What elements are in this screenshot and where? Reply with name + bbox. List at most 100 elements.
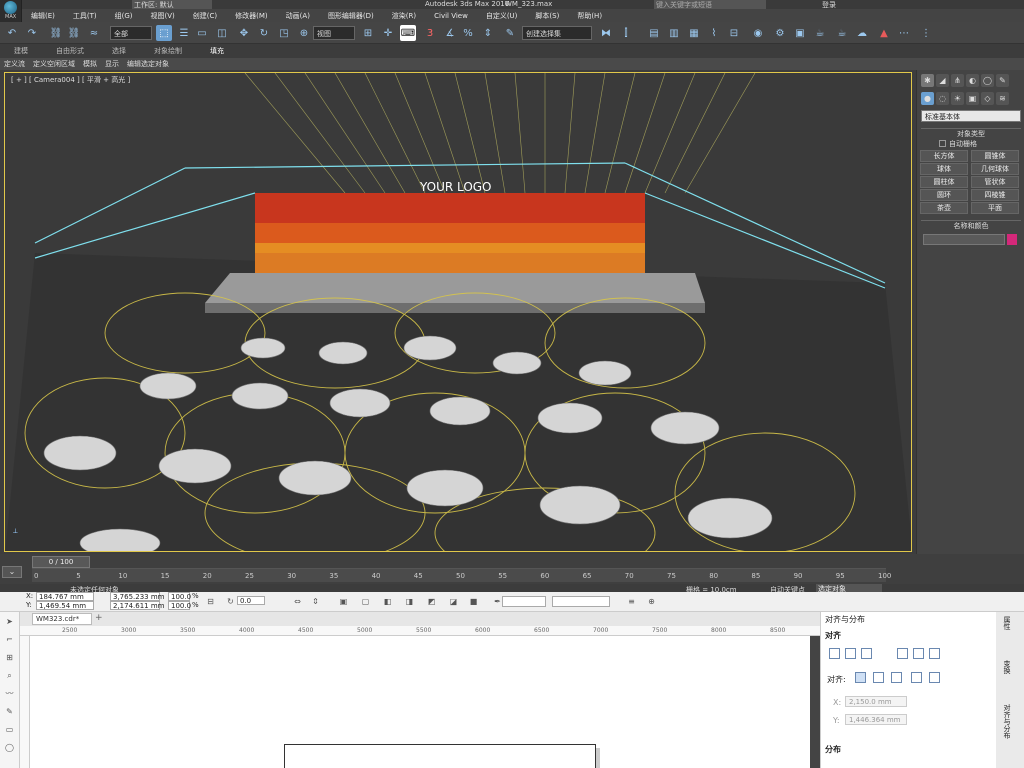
align-icon[interactable]: ⫿ (618, 25, 634, 41)
curve-editor-icon[interactable]: ⌇ (706, 25, 722, 41)
align-right-icon[interactable] (861, 648, 872, 659)
wrap-text-icon[interactable]: ≡ (626, 596, 637, 607)
weld-icon[interactable]: ◧ (382, 596, 393, 607)
ungroup-icon[interactable]: ▢ (360, 596, 371, 607)
scale-x-input[interactable]: 100.0 (168, 592, 191, 601)
object-type-button[interactable]: 四棱锥 (971, 189, 1019, 201)
docker-tab[interactable]: 属性 (1002, 616, 1012, 630)
move-icon[interactable]: ✥ (236, 25, 252, 41)
mirror-icon[interactable]: ⧓ (598, 25, 614, 41)
menu-item[interactable]: 渲染(R) (383, 11, 425, 21)
menu-item[interactable]: Civil View (425, 12, 477, 20)
pivot-icon[interactable]: ⊞ (360, 25, 376, 41)
menu-item[interactable]: 修改器(M) (226, 11, 277, 21)
bind-spacewarp-icon[interactable]: ≈ (86, 25, 102, 41)
docker-tab[interactable]: 对齐与分布 (1002, 704, 1012, 739)
drawing-canvas[interactable] (30, 636, 810, 768)
layer-manager-icon[interactable]: ▤ (646, 25, 662, 41)
align-center-h-icon[interactable] (845, 648, 856, 659)
toggle-ribbon-icon[interactable]: ▥ (666, 25, 682, 41)
scene-explorer-icon[interactable]: ▦ (686, 25, 702, 41)
modify-tab-icon[interactable]: ◢ (936, 74, 949, 87)
menu-item[interactable]: 视图(V) (142, 11, 184, 21)
hierarchy-tab-icon[interactable]: ⋔ (951, 74, 964, 87)
align-top-icon[interactable] (897, 648, 908, 659)
ribbon-subtool[interactable]: 定义流 (0, 59, 29, 69)
height-input[interactable]: 2,174.611 mm (110, 601, 165, 610)
create-boundary-icon[interactable]: ■ (468, 596, 479, 607)
object-color-swatch[interactable] (1007, 234, 1017, 245)
shape-tool-icon[interactable]: ⌐ (4, 634, 15, 645)
object-type-button[interactable]: 圆柱体 (920, 176, 968, 188)
x-position-input[interactable]: 184.767 mm (36, 592, 94, 601)
ribbon-subtool[interactable]: 定义空闲区域 (29, 59, 79, 69)
document-tab[interactable]: WM323.cdr* (32, 613, 92, 625)
motion-tab-icon[interactable]: ◐ (966, 74, 979, 87)
pick-tool-icon[interactable]: ➤ (4, 616, 15, 627)
menu-item[interactable]: 组(G) (106, 11, 142, 21)
mirror-v-icon[interactable]: ⇕ (310, 596, 321, 607)
ellipse-tool-icon[interactable]: ◯ (4, 742, 15, 753)
object-type-button[interactable]: 茶壶 (920, 202, 968, 214)
time-slider[interactable]: 0 / 100 (32, 556, 90, 568)
scale-icon[interactable]: ◳ (276, 25, 292, 41)
schematic-view-icon[interactable]: ⊟ (726, 25, 742, 41)
rectangle-tool-icon[interactable]: ▭ (4, 724, 15, 735)
page-center-icon[interactable] (891, 672, 902, 683)
reference-coord-dropdown[interactable]: 视图 (313, 26, 355, 40)
shapes-icon[interactable]: ◌ (936, 92, 949, 105)
align-x-input[interactable]: 2,150.0 mm (845, 696, 907, 707)
object-type-button[interactable]: 圆锥体 (971, 150, 1019, 162)
place-icon[interactable]: ⊕ (296, 25, 312, 41)
ribbon-subtool[interactable]: 编辑选定对象 (123, 59, 173, 69)
render-online-icon[interactable]: ☁ (854, 25, 870, 41)
new-tab-icon[interactable]: + (95, 613, 103, 623)
ribbon-tab[interactable]: 填充 (196, 46, 238, 56)
menu-item[interactable]: 创建(C) (184, 11, 226, 21)
keyboard-shortcut-icon[interactable]: ⌨ (400, 25, 416, 41)
mirror-h-icon[interactable]: ⇔ (292, 596, 303, 607)
camera-viewport[interactable]: [ + ] [ Camera004 ] [ 平滑 + 高光 ] YOUR LOG… (4, 72, 912, 552)
lights-icon[interactable]: ☀ (951, 92, 964, 105)
display-tab-icon[interactable]: ◯ (981, 74, 994, 87)
object-name-input[interactable] (923, 234, 1005, 245)
helpers-icon[interactable]: ◇ (981, 92, 994, 105)
docker-tab[interactable]: 变换 (1002, 660, 1012, 674)
intersect-icon[interactable]: ◩ (426, 596, 437, 607)
rotate-icon[interactable]: ↻ (256, 25, 272, 41)
align-center-v-icon[interactable] (913, 648, 924, 659)
quick-customize-icon[interactable]: ⊕ (646, 596, 657, 607)
unlink-icon[interactable]: ⛓ (66, 25, 82, 41)
y-position-input[interactable]: 1,469.54 mm (36, 601, 94, 610)
lock-ratio-icon[interactable]: ⊟ (205, 596, 216, 607)
name-color-rollout[interactable]: 名称和颜色 (921, 220, 1021, 230)
workspace-dropdown[interactable]: 工作区: 默认 (132, 0, 212, 9)
geometry-icon[interactable]: ● (921, 92, 934, 105)
render-setup-icon[interactable]: ⚙ (772, 25, 788, 41)
app-logo[interactable]: MAX (0, 0, 22, 22)
create-tab-icon[interactable]: ✱ (921, 74, 934, 87)
angle-input[interactable]: 0.0 (237, 596, 265, 605)
rendered-frame-icon[interactable]: ▣ (792, 25, 808, 41)
object-type-button[interactable]: 平面 (971, 202, 1019, 214)
line-style-dropdown[interactable] (552, 596, 610, 607)
utilities-tab-icon[interactable]: ✎ (996, 74, 1009, 87)
link-icon[interactable]: ⛓ (48, 25, 64, 41)
menu-item[interactable]: 工具(T) (64, 11, 106, 21)
category-dropdown[interactable]: 标准基本体 (921, 110, 1021, 122)
page-edge-icon[interactable] (873, 672, 884, 683)
undo-icon[interactable]: ↶ (4, 25, 20, 41)
select-manipulate-icon[interactable]: ✛ (380, 25, 396, 41)
extra-tools-icon[interactable]: ⋮ (918, 25, 934, 41)
ribbon-tab[interactable]: 对象绘制 (140, 46, 196, 56)
cameras-icon[interactable]: ▣ (966, 92, 979, 105)
grid-icon[interactable] (911, 672, 922, 683)
material-editor-icon[interactable]: ◉ (750, 25, 766, 41)
menu-item[interactable]: 脚本(S) (526, 11, 568, 21)
redo-icon[interactable]: ↷ (24, 25, 40, 41)
menu-item[interactable]: 自定义(U) (477, 11, 527, 21)
spacewarps-icon[interactable]: ≋ (996, 92, 1009, 105)
ribbon-subtool[interactable]: 显示 (101, 59, 123, 69)
edit-named-sets-icon[interactable]: ✎ (502, 25, 518, 41)
menu-item[interactable]: 动画(A) (277, 11, 319, 21)
